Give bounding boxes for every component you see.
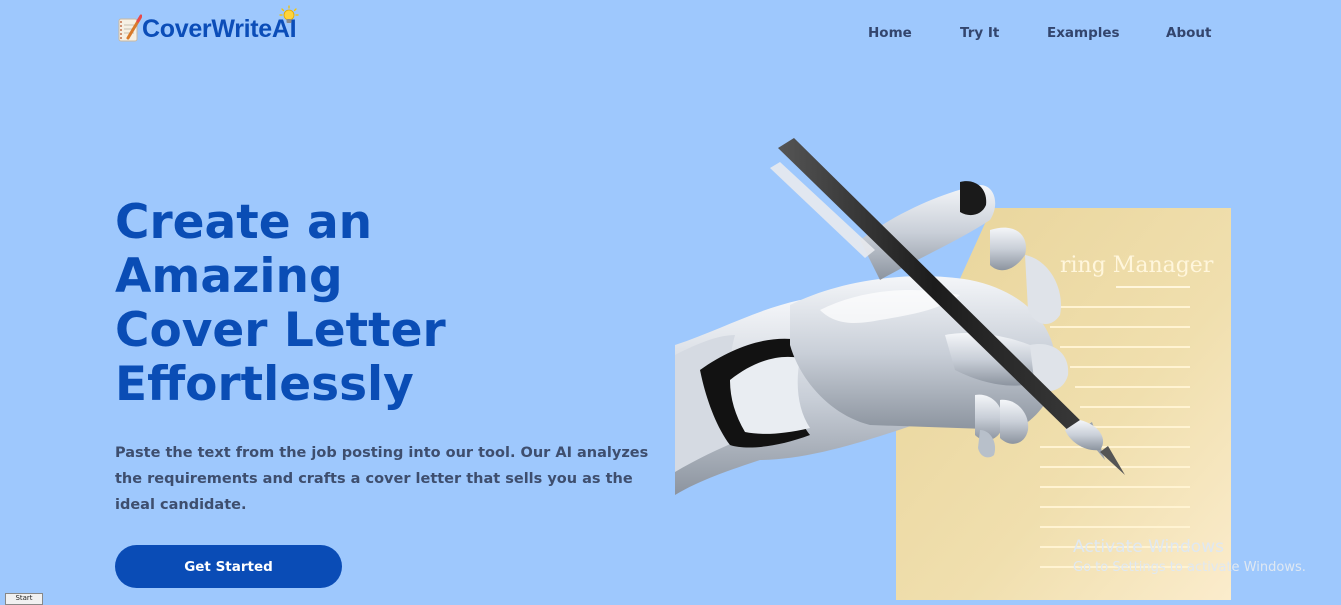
- activate-windows-watermark: Activate Windows Go to Settings to activ…: [1073, 537, 1306, 575]
- watermark-subtitle: Go to Settings to activate Windows.: [1073, 560, 1306, 575]
- hero-title-line: Cover Letter: [115, 303, 446, 358]
- lightbulb-icon: [279, 4, 299, 23]
- nav-about-link[interactable]: About: [1166, 25, 1211, 41]
- brand-logo[interactable]: CoverWriteAI: [116, 4, 299, 44]
- hero-title-line: Create an: [115, 195, 373, 250]
- hero-title-line: Effortlessly: [115, 357, 414, 412]
- paper-heading-text: ring Manager: [1060, 253, 1214, 278]
- hero-description: Paste the text from the job posting into…: [115, 445, 649, 513]
- robot-hand-writing-illustration: ring Manager: [675, 138, 1231, 600]
- get-started-button[interactable]: Get Started: [115, 545, 342, 588]
- nav-try-it-link[interactable]: Try It: [960, 25, 999, 41]
- hero-title: Create an Amazing Cover Letter Effortles…: [115, 196, 575, 412]
- start-button[interactable]: Start: [5, 593, 43, 605]
- nav-examples-link[interactable]: Examples: [1047, 25, 1120, 41]
- brand-name: CoverWriteAI: [142, 4, 299, 44]
- notepad-pen-icon: [118, 14, 142, 42]
- hero-title-line: Amazing: [115, 249, 343, 304]
- nav-home-link[interactable]: Home: [868, 25, 912, 41]
- watermark-title: Activate Windows: [1073, 537, 1224, 557]
